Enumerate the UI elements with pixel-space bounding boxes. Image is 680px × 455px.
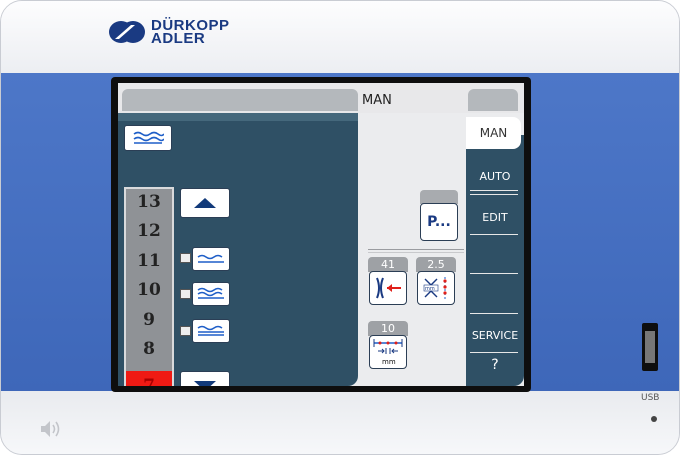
program-button[interactable]: P... [420,203,458,241]
side-menu-man-tab[interactable]: MAN [466,117,521,149]
stitch-distance-icon [376,277,401,299]
stitch-line-icon [197,254,224,263]
control-panel-screen: MAN 13 12 11 10 9 8 7 P... 41 2.5 mm 10 … [118,83,524,386]
side-menu-help[interactable]: ? [466,357,524,373]
brand-logo-icon [109,21,145,43]
setting-25-block: 2.5 mm [416,257,456,307]
unit-mm-label: mm [382,358,396,366]
double-wavy-stitch-icon [197,287,224,299]
device-bottom-bezel [1,391,679,454]
center-divider [368,249,464,250]
side-menu-divider [470,313,518,314]
number-12[interactable]: 12 [126,218,172,244]
stitch-button-10[interactable] [192,282,230,306]
usb-port-slot [645,331,655,363]
center-divider-2 [368,252,464,253]
side-menu-service[interactable]: SERVICE [466,329,524,342]
number-7-selected[interactable]: 7 [126,371,172,386]
side-menu-edit[interactable]: EDIT [466,211,524,224]
brand-name: DÜRKOPP ADLER [151,18,230,46]
side-menu: AUTO EDIT SERVICE ? [466,135,524,386]
straight-stitch-icon [197,325,224,336]
device-body: DÜRKOPP ADLER MAN 13 12 11 10 9 8 7 P...… [0,0,680,455]
screen-title: MAN [362,93,392,108]
stitch-button-11[interactable] [192,247,230,271]
checkbox-9[interactable] [180,326,191,336]
brand-logo: DÜRKOPP ADLER [107,18,230,46]
program-tab [420,190,458,204]
stitch-length-icon: mm [423,277,447,299]
scroll-down-button[interactable] [180,371,230,386]
setting-41-block: 41 [368,257,408,307]
number-10[interactable]: 10 [126,277,172,303]
checkbox-11[interactable] [180,253,191,263]
side-menu-divider [470,190,518,191]
side-menu-divider [470,352,518,353]
wavy-stitch-icon [133,131,164,144]
device-top-bezel [1,1,679,73]
side-menu-auto[interactable]: AUTO [466,170,524,183]
top-left-tab [122,89,358,111]
side-menu-divider [470,273,518,274]
left-panel: 13 12 11 10 9 8 7 [118,113,358,386]
setting-25-value: 2.5 [416,257,456,272]
number-9[interactable]: 9 [126,307,172,333]
top-right-tab [468,89,518,111]
arrow-down-icon [194,381,216,386]
stitch-type-button[interactable] [124,125,172,151]
seam-width-icon: mm [373,339,403,366]
setting-41-value: 41 [368,257,408,272]
number-column: 13 12 11 10 9 8 7 [124,187,174,386]
usb-label: USB [641,393,660,403]
setting-10-block: 10 mm [368,321,408,371]
side-menu-divider [470,194,518,195]
svg-text:mm: mm [425,286,435,292]
scroll-up-button[interactable] [180,188,230,218]
number-8[interactable]: 8 [126,336,172,362]
usb-port[interactable] [642,323,658,371]
number-13[interactable]: 13 [126,189,172,215]
program-icon-text: P... [427,214,451,230]
left-panel-header [118,113,358,121]
setting-41-button[interactable] [369,271,407,305]
screen-top-bar: MAN [118,83,524,113]
checkbox-10[interactable] [180,289,191,299]
number-11[interactable]: 11 [126,248,172,274]
setting-10-button[interactable]: mm [369,335,407,369]
setting-25-button[interactable]: mm [417,271,455,305]
setting-10-value: 10 [368,321,408,336]
usb-indicator-led [651,416,657,422]
speaker-icon [41,421,60,437]
side-menu-divider [470,234,518,235]
stitch-button-9[interactable] [192,319,230,343]
arrow-up-icon [194,198,216,208]
